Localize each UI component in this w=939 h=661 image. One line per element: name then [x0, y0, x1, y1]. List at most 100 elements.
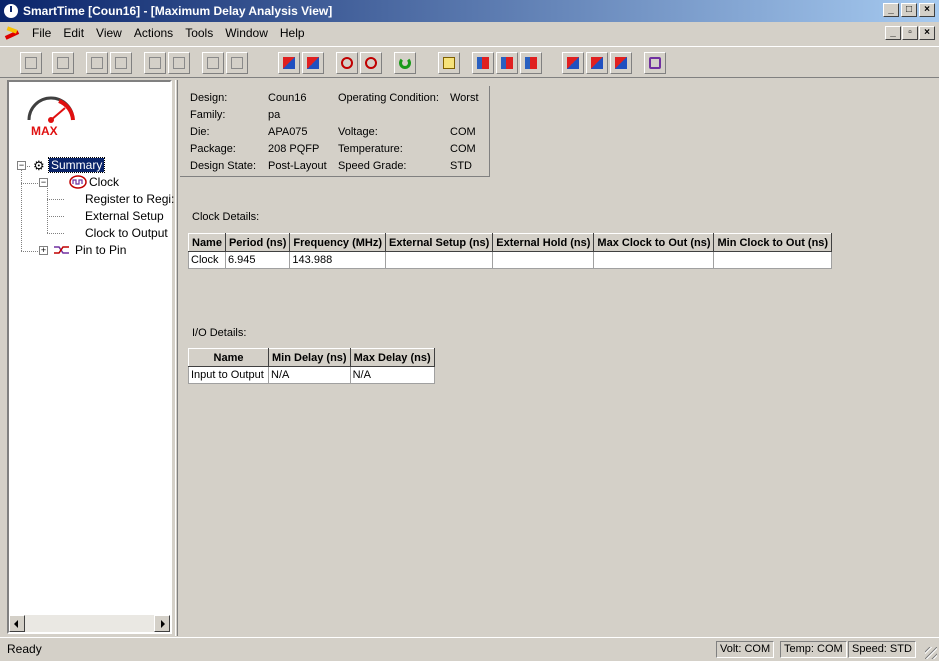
- maximize-button[interactable]: □: [901, 3, 917, 17]
- voltage-key: Voltage:: [338, 126, 378, 138]
- close-button[interactable]: ×: [919, 3, 935, 17]
- refresh-icon[interactable]: [394, 52, 416, 74]
- summary-collapse-toggle[interactable]: −: [17, 161, 26, 170]
- column-header[interactable]: Frequency (MHz): [289, 233, 387, 252]
- print-icon[interactable]: [52, 52, 74, 74]
- pane-splitter[interactable]: [175, 80, 178, 636]
- child-restore-button[interactable]: ▫: [902, 26, 918, 40]
- min-delay-icon[interactable]: [302, 52, 324, 74]
- table-cell[interactable]: Clock: [188, 251, 226, 269]
- document-icon[interactable]: [4, 25, 22, 41]
- scroll-left-icon[interactable]: [9, 615, 25, 632]
- redo-icon[interactable]: [226, 52, 248, 74]
- io-details-table: Name Min Delay (ns) Max Delay (ns) Input…: [188, 348, 435, 384]
- table-cell[interactable]: N/A: [268, 366, 351, 384]
- tree-node-clock[interactable]: Clock: [89, 175, 119, 189]
- false-path-icon[interactable]: [562, 52, 584, 74]
- column-header[interactable]: Max Delay (ns): [349, 348, 435, 367]
- menu-bar: File Edit View Actions Tools Window Help…: [0, 22, 939, 44]
- column-header[interactable]: External Setup (ns): [385, 233, 494, 252]
- status-bar: Ready Volt: COM Temp: COM Speed: STD: [0, 637, 939, 661]
- tree-node-summary[interactable]: Summary: [47, 157, 106, 173]
- child-close-button[interactable]: ×: [919, 26, 935, 40]
- table-row[interactable]: Clock 6.945 143.988: [188, 251, 833, 269]
- column-header[interactable]: External Hold (ns): [492, 233, 595, 252]
- temperature-value: COM: [450, 143, 476, 155]
- scroll-right-icon[interactable]: [154, 615, 170, 632]
- column-header[interactable]: Max Clock to Out (ns): [593, 233, 715, 252]
- clock-details-table: Name Period (ns) Frequency (MHz) Externa…: [188, 233, 833, 269]
- smarttime-app-icon[interactable]: [4, 4, 18, 18]
- menu-help[interactable]: Help: [274, 26, 311, 40]
- menu-window[interactable]: Window: [219, 26, 274, 40]
- clock-icon[interactable]: [336, 52, 358, 74]
- table-cell[interactable]: Input to Output: [188, 366, 269, 384]
- table-header-row: Name Min Delay (ns) Max Delay (ns): [188, 348, 435, 367]
- column-header[interactable]: Name: [188, 348, 269, 367]
- die-value: APA075: [268, 126, 308, 138]
- table-cell[interactable]: 6.945: [224, 251, 291, 269]
- status-temperature: Temp: COM: [780, 641, 847, 658]
- summary-view: Design: Coun16 Family: pa Die: APA075 Pa…: [180, 80, 932, 636]
- table-cell[interactable]: [492, 251, 595, 269]
- output-delay-icon[interactable]: [520, 52, 542, 74]
- menu-file[interactable]: File: [26, 26, 57, 40]
- column-header[interactable]: Period (ns): [224, 233, 291, 252]
- max-delay-icon[interactable]: [278, 52, 300, 74]
- design-state-value: Post-Layout: [268, 160, 327, 172]
- table-row[interactable]: Input to Output N/A N/A: [188, 366, 435, 384]
- column-header[interactable]: Min Delay (ns): [268, 348, 351, 367]
- pin-to-pin-icon: [54, 246, 69, 254]
- set-max-delay-icon[interactable]: [472, 52, 494, 74]
- clock-wave-icon: [69, 175, 87, 189]
- column-header[interactable]: Min Clock to Out (ns): [713, 233, 833, 252]
- menu-actions[interactable]: Actions: [128, 26, 179, 40]
- tree-node-register-to-register[interactable]: Register to Regi:: [85, 192, 174, 206]
- die-key: Die:: [190, 126, 210, 138]
- resize-grip-icon[interactable]: [925, 647, 937, 659]
- table-cell[interactable]: [713, 251, 833, 269]
- family-key: Family:: [190, 109, 226, 121]
- speed-grade-key: Speed Grade:: [338, 160, 407, 172]
- child-minimize-button[interactable]: _: [885, 26, 901, 40]
- operating-condition-key: Operating Condition:: [338, 92, 439, 104]
- tree-node-pin-to-pin[interactable]: Pin to Pin: [75, 243, 126, 257]
- tree-horizontal-scrollbar[interactable]: [9, 615, 170, 632]
- operating-condition-value: Worst: [450, 92, 479, 104]
- table-cell[interactable]: [385, 251, 494, 269]
- table-cell[interactable]: [593, 251, 715, 269]
- menu-edit[interactable]: Edit: [57, 26, 90, 40]
- input-delay-icon[interactable]: [496, 52, 518, 74]
- undo-icon[interactable]: [202, 52, 224, 74]
- table-cell[interactable]: 143.988: [289, 251, 387, 269]
- status-voltage: Volt: COM: [716, 641, 775, 658]
- clock-details-label: Clock Details:: [192, 211, 260, 223]
- edit-icon[interactable]: [144, 52, 166, 74]
- check-constraints-icon[interactable]: [644, 52, 666, 74]
- delete-icon[interactable]: [168, 52, 190, 74]
- tree-node-external-setup[interactable]: External Setup: [85, 209, 164, 223]
- table-cell[interactable]: N/A: [349, 366, 435, 384]
- package-value: 208 PQFP: [268, 143, 320, 155]
- summary-node-icon: ⚙: [33, 158, 45, 173]
- generated-clock-icon[interactable]: [610, 52, 632, 74]
- constraint-icon[interactable]: [438, 52, 460, 74]
- menu-view[interactable]: View: [90, 26, 128, 40]
- package-key: Package:: [190, 143, 236, 155]
- toolbar: [0, 46, 939, 78]
- column-header[interactable]: Name: [188, 233, 226, 252]
- minimize-button[interactable]: _: [883, 3, 899, 17]
- window-title: SmartTime [Coun16] - [Maximum Delay Anal…: [23, 4, 333, 18]
- open-icon[interactable]: [20, 52, 42, 74]
- tree-node-clock-to-output[interactable]: Clock to Output: [85, 226, 168, 240]
- paste-icon[interactable]: [110, 52, 132, 74]
- temperature-key: Temperature:: [338, 143, 403, 155]
- multicycle-icon[interactable]: [586, 52, 608, 74]
- menu-tools[interactable]: Tools: [179, 26, 219, 40]
- pin-to-pin-icon[interactable]: [360, 52, 382, 74]
- copy-icon[interactable]: [86, 52, 108, 74]
- clock-collapse-toggle[interactable]: −: [39, 178, 48, 187]
- status-speed: Speed: STD: [848, 641, 916, 658]
- analysis-tree-panel: MAX − ⚙ Summary − Clock Register to Regi…: [7, 80, 174, 634]
- pin-to-pin-expand-toggle[interactable]: +: [39, 246, 48, 255]
